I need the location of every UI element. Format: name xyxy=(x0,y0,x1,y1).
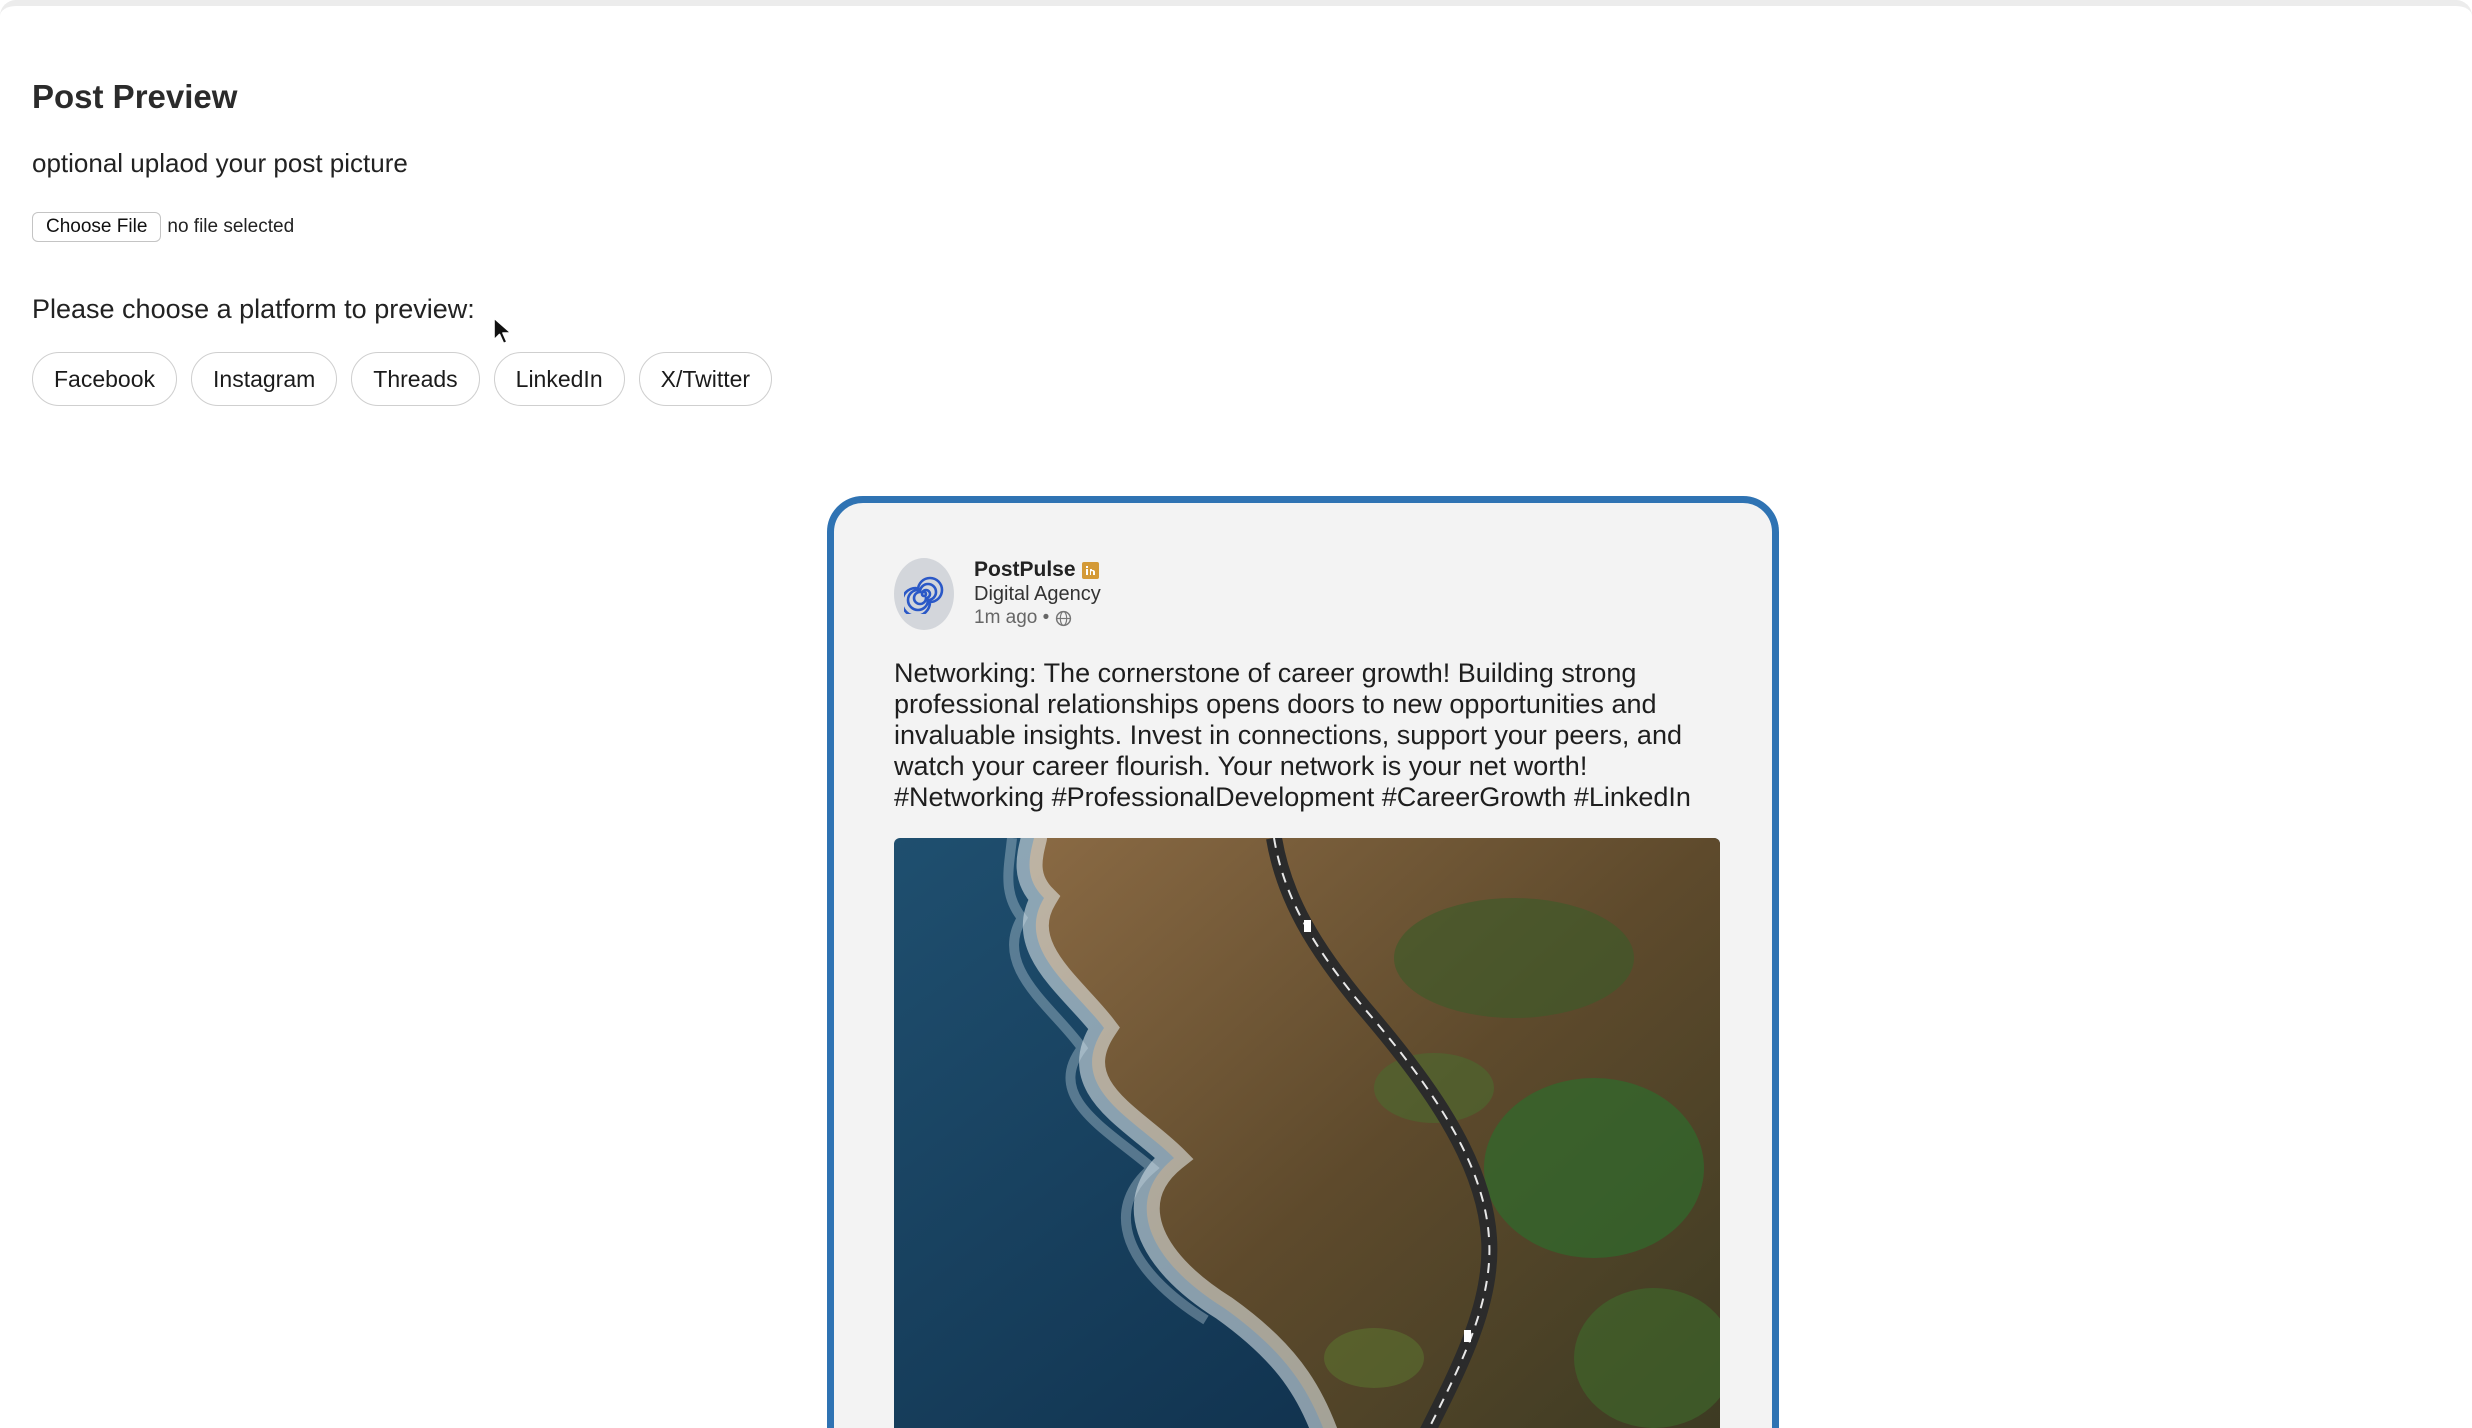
avatar xyxy=(894,558,954,630)
post-meta: PostPulse Digital Agency 1m ago • xyxy=(974,558,1101,630)
post-header: PostPulse Digital Agency 1m ago • xyxy=(894,558,1101,630)
post-company: Digital Agency xyxy=(974,583,1101,605)
spiral-logo-icon xyxy=(904,576,944,614)
file-input: Choose File no file selected xyxy=(32,212,294,242)
mouse-cursor-icon xyxy=(493,317,512,345)
post-text: Networking: The cornerstone of career gr… xyxy=(894,658,1691,812)
platform-button-instagram[interactable]: Instagram xyxy=(191,352,338,406)
linkedin-badge-icon xyxy=(1081,561,1099,579)
post-preview-frame: PostPulse Digital Agency 1m ago • Networ… xyxy=(827,496,1779,1428)
platform-prompt: Please choose a platform to preview: xyxy=(32,294,475,324)
page: Post Preview optional uplaod your post p… xyxy=(0,0,2472,1428)
page-title: Post Preview xyxy=(32,78,238,115)
post-image xyxy=(894,838,1720,1428)
platform-selector: Facebook Instagram Threads LinkedIn X/Tw… xyxy=(32,352,773,406)
file-status: no file selected xyxy=(167,216,295,237)
post-time: 1m ago • xyxy=(974,607,1050,628)
choose-file-button[interactable]: Choose File xyxy=(32,212,162,242)
platform-button-linkedin[interactable]: LinkedIn xyxy=(493,352,625,406)
platform-button-x-twitter[interactable]: X/Twitter xyxy=(638,352,773,406)
upload-label: optional uplaod your post picture xyxy=(32,148,408,178)
platform-button-threads[interactable]: Threads xyxy=(351,352,480,406)
aerial-coastal-road-photo xyxy=(894,838,1720,1428)
globe-icon xyxy=(1056,610,1072,626)
post-author: PostPulse xyxy=(974,558,1076,581)
author-line: PostPulse xyxy=(974,558,1101,582)
post-time-line: 1m ago • xyxy=(974,606,1101,630)
platform-button-facebook[interactable]: Facebook xyxy=(32,352,178,406)
